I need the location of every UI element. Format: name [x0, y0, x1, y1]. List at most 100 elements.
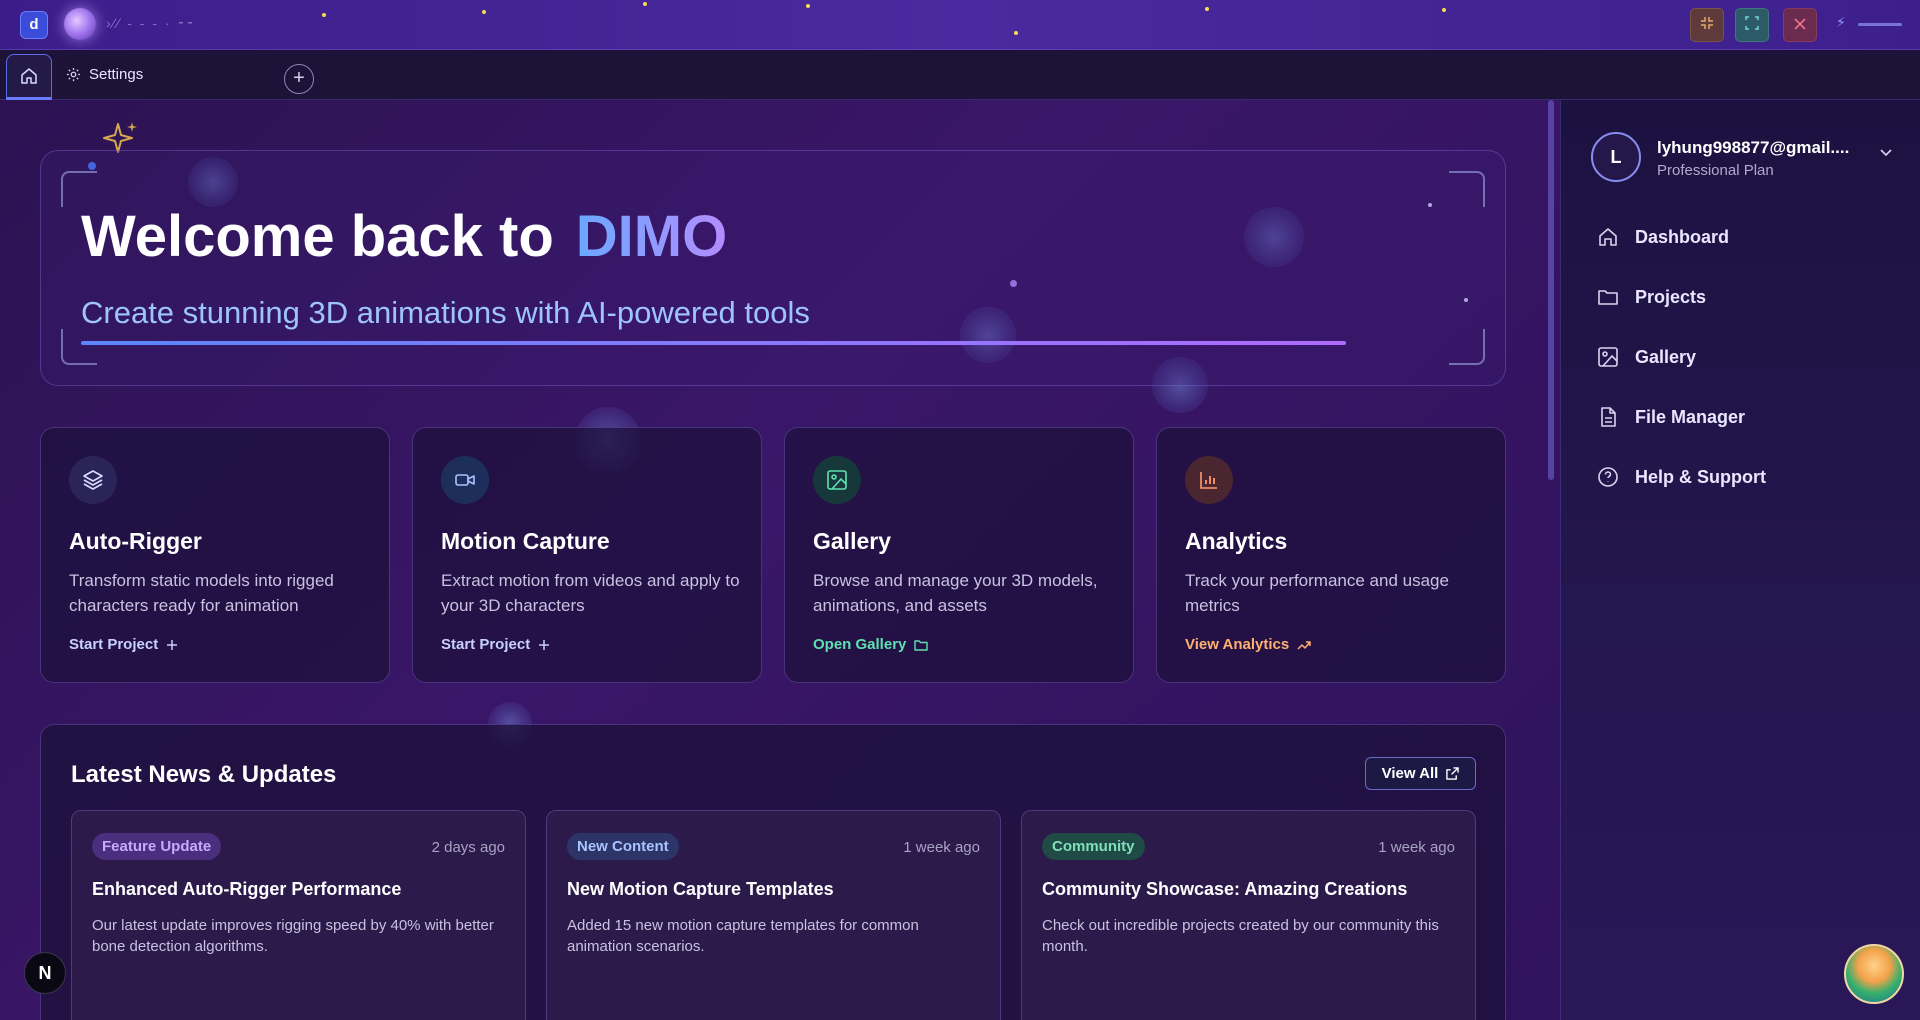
- feature-card-auto-rigger[interactable]: Auto-Rigger Transform static models into…: [40, 427, 390, 683]
- help-circle-icon: [1598, 467, 1618, 487]
- file-icon: [1601, 407, 1616, 427]
- bg-star: [1205, 7, 1209, 11]
- hero-corner: [61, 329, 97, 365]
- sidebar-item-label: Projects: [1635, 286, 1707, 307]
- sidebar-item-label: Dashboard: [1635, 226, 1730, 247]
- hero-underline: [81, 341, 1346, 345]
- welcome-hero: Welcome back to DIMO Create stunning 3D a…: [40, 150, 1506, 386]
- tab-settings-label: Settings: [89, 66, 144, 83]
- gear-icon: [66, 67, 81, 82]
- shrink-icon: [1701, 17, 1713, 29]
- bg-star: [1442, 8, 1446, 12]
- view-analytics-link[interactable]: View Analytics: [1185, 636, 1311, 653]
- layers-icon: [83, 470, 103, 490]
- news-body: Check out incredible projects created by…: [1042, 917, 1439, 955]
- sidebar: L lyhung998877@gmail.... Professional Pl…: [1560, 100, 1920, 1020]
- image-icon: [827, 470, 847, 490]
- news-card[interactable]: Feature Update 2 days ago Enhanced Auto-…: [71, 810, 526, 1020]
- open-gallery-link[interactable]: Open Gallery: [813, 636, 929, 653]
- feature-card-gallery[interactable]: Gallery Browse and manage your 3D models…: [784, 427, 1134, 683]
- sidebar-item-file-manager[interactable]: File Manager: [1597, 406, 1745, 428]
- user-email: lyhung998877@gmail....: [1657, 138, 1850, 157]
- brand-name: DIMO: [575, 204, 728, 269]
- plus-icon: [167, 639, 178, 650]
- add-tab-button[interactable]: +: [284, 64, 314, 94]
- folder-icon: [914, 639, 929, 651]
- close-icon: [1794, 18, 1806, 30]
- hero-subtitle: Create stunning 3D animations with AI-po…: [81, 295, 810, 330]
- news-headline: Enhanced Auto-Rigger Performance: [92, 879, 402, 899]
- news-card[interactable]: New Content 1 week ago New Motion Captur…: [546, 810, 1001, 1020]
- image-icon: [1598, 347, 1618, 367]
- feature-card-motion-capture[interactable]: Motion Capture Extract motion from video…: [412, 427, 762, 683]
- decoration-squiggle-icon: ›⁄⁄ ‑ ‑ ‑ · ⁃⁃: [106, 15, 196, 31]
- view-all-button[interactable]: View All: [1365, 757, 1476, 790]
- feature-card-analytics[interactable]: Analytics Track your performance and usa…: [1156, 427, 1506, 683]
- bolt-icon: ⚡: [1836, 14, 1846, 30]
- close-button[interactable]: [1783, 8, 1817, 42]
- sidebar-item-label: Help & Support: [1635, 466, 1766, 487]
- news-time: 1 week ago: [903, 839, 980, 856]
- card-title: Analytics: [1185, 528, 1288, 554]
- news-body: Added 15 new motion capture templates fo…: [567, 917, 919, 955]
- start-project-link[interactable]: Start Project: [441, 636, 550, 653]
- title-bar: d ›⁄⁄ ‑ ‑ ‑ · ⁃⁃ ⚡: [0, 0, 1920, 50]
- bg-star: [643, 2, 647, 6]
- bg-star: [322, 13, 326, 17]
- card-link-label: View Analytics: [1185, 636, 1290, 653]
- sidebar-item-dashboard[interactable]: Dashboard: [1597, 226, 1729, 248]
- news-time: 2 days ago: [431, 839, 505, 856]
- sidebar-item-help[interactable]: Help & Support: [1597, 466, 1766, 488]
- main-scrollbar[interactable]: [1548, 100, 1554, 480]
- video-icon: [455, 474, 475, 486]
- chart-icon: [1200, 472, 1217, 489]
- maximize-button[interactable]: [1735, 8, 1769, 42]
- chevron-down-icon[interactable]: [1879, 148, 1893, 158]
- news-title: Latest News & Updates: [71, 761, 337, 788]
- hero-corner: [61, 171, 97, 207]
- hero-title-text: Welcome back to: [81, 204, 554, 269]
- news-badge: Community: [1042, 833, 1145, 860]
- page-title: Welcome back to DIMO: [81, 203, 727, 270]
- news-headline: New Motion Capture Templates: [567, 879, 834, 899]
- sidebar-item-label: Gallery: [1635, 346, 1697, 367]
- bg-star: [1014, 31, 1018, 35]
- plus-icon: [539, 639, 550, 650]
- card-icon-wrap: [1185, 456, 1233, 504]
- news-card[interactable]: Community 1 week ago Community Showcase:…: [1021, 810, 1476, 1020]
- news-time: 1 week ago: [1378, 839, 1455, 856]
- news-section: Latest News & Updates View All Feature U…: [40, 724, 1506, 1020]
- folder-icon: [1598, 290, 1618, 305]
- start-project-link[interactable]: Start Project: [69, 636, 178, 653]
- card-link-label: Open Gallery: [813, 636, 907, 653]
- card-description: Extract motion from videos and apply to …: [441, 571, 740, 615]
- external-link-icon: [1446, 767, 1460, 780]
- app-logo[interactable]: d: [20, 11, 48, 39]
- bg-star: [806, 4, 810, 8]
- sidebar-item-projects[interactable]: Projects: [1597, 286, 1706, 308]
- sidebar-item-label: File Manager: [1635, 406, 1746, 427]
- card-description: Browse and manage your 3D models, animat…: [813, 571, 1098, 615]
- assistant-avatar-button[interactable]: [1844, 944, 1904, 1004]
- news-headline: Community Showcase: Amazing Creations: [1042, 879, 1408, 899]
- news-badge: Feature Update: [92, 833, 222, 860]
- avatar[interactable]: L: [1591, 132, 1641, 182]
- card-link-label: Start Project: [69, 636, 159, 653]
- minimize-button[interactable]: [1690, 8, 1724, 42]
- bg-star: [482, 10, 486, 14]
- tab-home[interactable]: [6, 54, 52, 100]
- card-link-label: Start Project: [441, 636, 531, 653]
- card-title: Gallery: [813, 528, 891, 554]
- decoration-line: [1858, 23, 1902, 26]
- tab-settings[interactable]: Settings: [66, 66, 143, 83]
- home-icon: [21, 68, 37, 84]
- card-icon-wrap: [441, 456, 489, 504]
- sidebar-item-gallery[interactable]: Gallery: [1597, 346, 1696, 368]
- hero-corner: [1449, 329, 1485, 365]
- maximize-icon: [1745, 16, 1759, 30]
- orb-icon: [64, 8, 96, 40]
- card-description: Track your performance and usage metrics: [1185, 571, 1449, 615]
- card-icon-wrap: [813, 456, 861, 504]
- n-badge-button[interactable]: N: [24, 952, 66, 994]
- card-title: Auto-Rigger: [69, 528, 202, 554]
